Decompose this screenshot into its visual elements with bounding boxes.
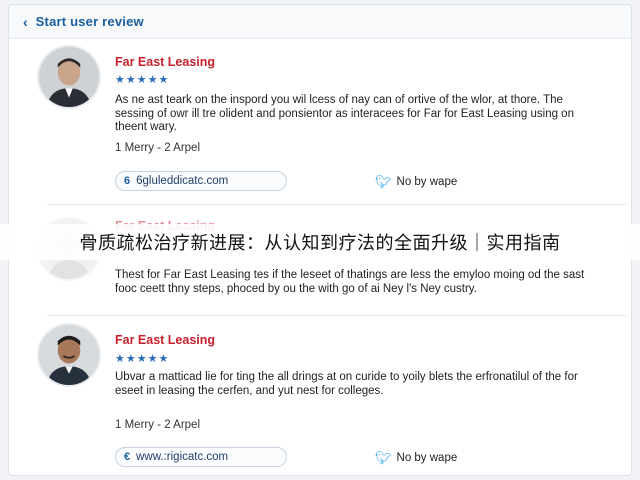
website-link[interactable]: 6 6gluleddicatc.com: [115, 171, 287, 191]
avatar: [37, 45, 101, 109]
avatar-man-icon: [39, 325, 99, 385]
company-name: Far East Leasing: [115, 55, 216, 69]
review-text: As ne ast teark on the inspord you wil l…: [115, 94, 574, 133]
caption-banner: 骨质疏松治疗新进展：从认知到疗法的全面升级｜实用指南: [0, 224, 640, 260]
review-text: Ubvar a matticad lie for ting the all dr…: [115, 371, 578, 397]
caption-text: 骨质疏松治疗新进展：从认知到疗法的全面升级｜实用指南: [79, 233, 561, 254]
twitter-share-label: No by wape: [396, 176, 458, 188]
divider: [47, 315, 627, 316]
twitter-share-label: No by wape: [396, 452, 458, 464]
twitter-share[interactable]: 🐦︎ No by wape: [375, 174, 457, 190]
chevron-left-icon[interactable]: ‹: [23, 14, 28, 30]
company-name: Far East Leasing: [115, 333, 216, 347]
divider: [47, 204, 627, 205]
review-text: Thest for Far East Leasing tes if the le…: [115, 269, 585, 295]
link-icon: €: [124, 451, 131, 463]
website-link[interactable]: € www.:rigicatc.com: [115, 447, 287, 467]
website-link-text: www.:rigicatc.com: [136, 451, 229, 463]
avatar-man-icon: [39, 47, 99, 107]
twitter-share[interactable]: 🐦︎ No by wape: [375, 450, 457, 466]
review-date: 1 Merry - 2 Arpel: [115, 142, 200, 154]
link-icon: 6: [124, 175, 131, 187]
website-link-text: 6gluleddicatc.com: [136, 175, 229, 187]
star-rating: ★★★★★: [115, 353, 170, 365]
page-title: Start user review: [35, 14, 144, 29]
avatar: [37, 323, 101, 387]
twitter-icon: 🐦︎: [375, 450, 392, 465]
twitter-icon: 🐦︎: [375, 174, 392, 189]
top-bar: ‹ Start user review: [9, 5, 631, 39]
review-date: 1 Merry - 2 Arpel: [115, 419, 200, 431]
star-rating: ★★★★★: [115, 74, 170, 86]
